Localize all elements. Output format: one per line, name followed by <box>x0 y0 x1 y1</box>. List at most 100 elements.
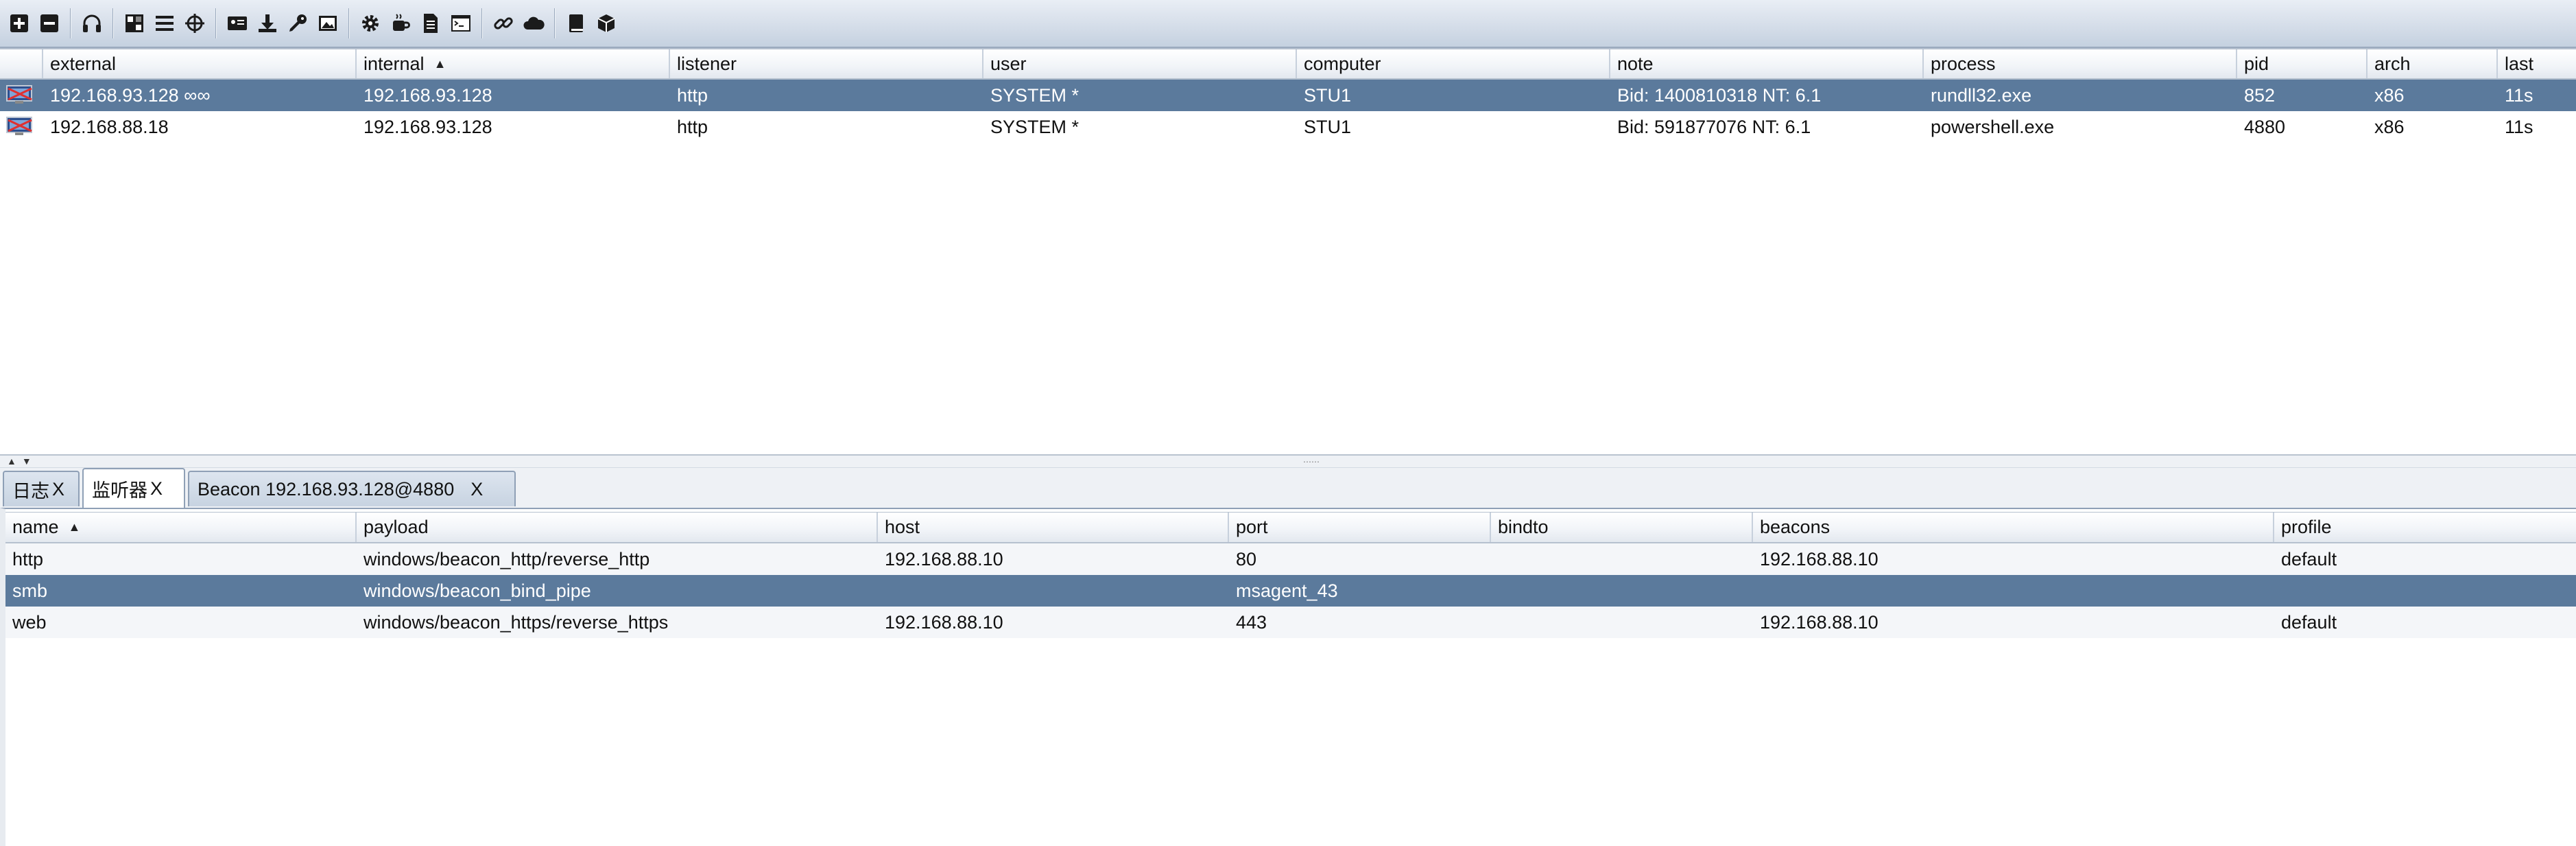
table-row[interactable]: smb windows/beacon_bind_pipe msagent_43 <box>5 575 2576 607</box>
console-icon[interactable] <box>447 8 475 38</box>
cell-arch: x86 <box>2374 116 2405 137</box>
col-header-external[interactable]: external <box>43 49 357 78</box>
cell-beacons: 192.168.88.10 <box>1760 611 1879 633</box>
tab-log[interactable]: 日志 X <box>3 471 80 506</box>
tab-close-button[interactable]: X <box>150 478 163 500</box>
sessions-table-header: external internal ▲ listener user compute… <box>0 48 2576 80</box>
col-header-user[interactable]: user <box>983 49 1297 78</box>
cell-bindto <box>1491 543 1753 575</box>
plus-icon[interactable] <box>5 8 33 38</box>
col-header-note[interactable]: note <box>1610 49 1924 78</box>
cell-last: 11s <box>2505 84 2533 106</box>
col-header-listener[interactable]: listener <box>670 49 983 78</box>
cell-arch: x86 <box>2374 84 2405 106</box>
tab-beacon[interactable]: Beacon 192.168.93.128@4880 X <box>188 471 516 506</box>
col-header-payload[interactable]: payload <box>357 513 878 542</box>
cell-internal: 192.168.93.128 <box>363 84 492 106</box>
toolbar-separator <box>215 8 217 38</box>
book-icon[interactable] <box>562 8 590 38</box>
tab-close-button[interactable]: X <box>52 479 64 500</box>
cell-beacons <box>1753 575 2274 607</box>
link-icon[interactable] <box>490 8 517 38</box>
credentials-icon[interactable] <box>224 8 251 38</box>
toolbar <box>0 0 2576 48</box>
col-header-port[interactable]: port <box>1229 513 1491 542</box>
cloud-icon[interactable] <box>520 8 547 38</box>
cell-user: SYSTEM * <box>990 84 1080 106</box>
cell-process: powershell.exe <box>1931 116 2055 137</box>
cell-name: smb <box>12 580 48 601</box>
table-row[interactable]: 192.168.93.128 ∞∞ 192.168.93.128 http SY… <box>0 80 2576 111</box>
headphones-icon[interactable] <box>78 8 106 38</box>
cell-port: 80 <box>1236 548 1257 569</box>
col-header-name[interactable]: name ▲ <box>5 513 357 542</box>
cell-process: rundll32.exe <box>1931 84 2032 106</box>
screenshot-icon[interactable] <box>314 8 342 38</box>
splitter-grip-icon[interactable]: ⋯⋯ <box>1303 457 1320 467</box>
document-icon[interactable] <box>417 8 444 38</box>
cell-profile: default <box>2281 548 2337 569</box>
key-icon[interactable] <box>284 8 311 38</box>
cell-listener: http <box>677 84 708 106</box>
cell-external: 192.168.93.128 ∞∞ <box>50 84 211 106</box>
tab-label: 日志 <box>12 480 49 502</box>
toolbar-separator <box>70 8 71 38</box>
col-header-beacons[interactable]: beacons <box>1753 513 2274 542</box>
col-header-icon[interactable] <box>0 49 43 78</box>
col-header-profile[interactable]: profile <box>2274 513 2576 542</box>
cell-name: http <box>12 548 44 569</box>
cell-payload: windows/beacon_bind_pipe <box>363 580 591 601</box>
cell-host <box>878 575 1229 607</box>
download-icon[interactable] <box>254 8 281 38</box>
col-header-pid[interactable]: pid <box>2237 49 2368 78</box>
coffee-icon[interactable] <box>387 8 414 38</box>
settings-icon[interactable] <box>357 8 384 38</box>
cell-port: msagent_43 <box>1236 580 1338 601</box>
cell-payload: windows/beacon_https/reverse_https <box>363 611 669 633</box>
table-row[interactable]: http windows/beacon_http/reverse_http 19… <box>5 543 2576 575</box>
col-header-last[interactable]: last <box>2498 49 2576 78</box>
cell-computer: STU1 <box>1304 84 1352 106</box>
cell-note: Bid: 591877076 NT: 6.1 <box>1617 116 1811 137</box>
session-icon <box>0 111 43 143</box>
col-header-process[interactable]: process <box>1924 49 2237 78</box>
col-header-arch[interactable]: arch <box>2368 49 2498 78</box>
cell-host: 192.168.88.10 <box>885 611 1003 633</box>
cell-listener: http <box>677 116 708 137</box>
tab-label: 监听器 <box>92 480 147 501</box>
pivot-graph-icon[interactable] <box>121 8 148 38</box>
minus-icon[interactable] <box>36 8 63 38</box>
tab-close-button[interactable]: X <box>470 479 483 500</box>
session-table-icon[interactable] <box>151 8 178 38</box>
toolbar-separator <box>112 8 114 38</box>
cell-external: 192.168.88.18 <box>50 116 169 137</box>
col-header-computer[interactable]: computer <box>1297 49 1610 78</box>
splitter-arrows-icon[interactable]: ▲▼ <box>7 456 37 467</box>
toolbar-separator <box>348 8 350 38</box>
table-row[interactable]: web windows/beacon_https/reverse_https 1… <box>5 607 2576 638</box>
cell-computer: STU1 <box>1304 116 1352 137</box>
cell-beacons: 192.168.88.10 <box>1760 548 1879 569</box>
sessions-table: external internal ▲ listener user compute… <box>0 48 2576 143</box>
cell-profile <box>2274 575 2576 607</box>
session-icon <box>0 80 43 111</box>
cube-icon[interactable] <box>593 8 620 38</box>
toolbar-separator <box>554 8 556 38</box>
tab-bar: 日志 X 监听器 X Beacon 192.168.93.128@4880 X <box>0 468 2576 508</box>
target-icon[interactable] <box>181 8 208 38</box>
cell-port: 443 <box>1236 611 1267 633</box>
pane-splitter[interactable]: ▲▼ ⋯⋯ <box>0 454 2576 468</box>
col-header-host[interactable]: host <box>878 513 1229 542</box>
table-row[interactable]: 192.168.88.18 192.168.93.128 http SYSTEM… <box>0 111 2576 143</box>
cell-pid: 4880 <box>2244 116 2286 137</box>
cell-payload: windows/beacon_http/reverse_http <box>363 548 650 569</box>
col-header-internal[interactable]: internal ▲ <box>357 49 670 78</box>
listeners-table: name ▲ payload host port bindto beacons p… <box>5 512 2576 638</box>
cell-user: SYSTEM * <box>990 116 1080 137</box>
col-header-bindto[interactable]: bindto <box>1491 513 1753 542</box>
cell-note: Bid: 1400810318 NT: 6.1 <box>1617 84 1822 106</box>
tab-listeners[interactable]: 监听器 X <box>82 468 185 508</box>
tab-label: Beacon 192.168.93.128@4880 <box>198 478 455 500</box>
cell-bindto <box>1491 607 1753 638</box>
cell-internal: 192.168.93.128 <box>363 116 492 137</box>
